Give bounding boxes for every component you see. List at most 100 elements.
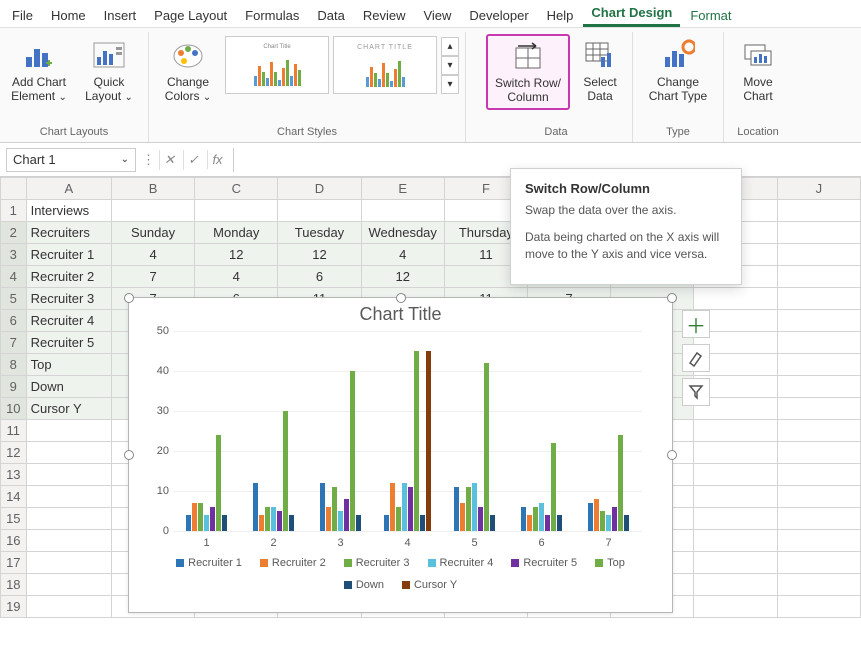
cell[interactable] xyxy=(777,464,860,486)
cell[interactable]: Cursor Y xyxy=(26,398,111,420)
cell[interactable] xyxy=(694,508,777,530)
cell[interactable]: Interviews xyxy=(26,200,111,222)
col-header-e[interactable]: E xyxy=(361,178,444,200)
cell[interactable]: Recruiter 4 xyxy=(26,310,111,332)
cancel-formula-button[interactable]: ✕ xyxy=(159,150,179,170)
cell[interactable] xyxy=(111,200,194,222)
cell[interactable]: 12 xyxy=(278,244,361,266)
gallery-more-button[interactable]: ▾ xyxy=(441,75,459,94)
switch-row-column-button[interactable]: Switch Row/ Column xyxy=(486,34,570,110)
cell[interactable] xyxy=(694,486,777,508)
tab-page-layout[interactable]: Page Layout xyxy=(146,4,235,27)
cell[interactable] xyxy=(26,442,111,464)
gallery-down-button[interactable]: ▾ xyxy=(441,56,459,75)
cell[interactable] xyxy=(777,398,860,420)
row-header[interactable]: 5 xyxy=(1,288,27,310)
tab-home[interactable]: Home xyxy=(43,4,94,27)
tab-data[interactable]: Data xyxy=(309,4,352,27)
resize-handle[interactable] xyxy=(396,293,406,303)
chart-filters-button[interactable] xyxy=(682,378,710,406)
cell[interactable] xyxy=(26,420,111,442)
row-header[interactable]: 10 xyxy=(1,398,27,420)
cell[interactable]: Recruiter 3 xyxy=(26,288,111,310)
cell[interactable] xyxy=(361,200,444,222)
cell[interactable] xyxy=(777,354,860,376)
row-header[interactable]: 1 xyxy=(1,200,27,222)
cell[interactable] xyxy=(694,420,777,442)
row-header[interactable]: 6 xyxy=(1,310,27,332)
chart-styles-button[interactable] xyxy=(682,344,710,372)
change-chart-type-button[interactable]: Change Chart Type xyxy=(639,34,717,108)
resize-handle[interactable] xyxy=(124,293,134,303)
vdots-icon[interactable]: ⋮ xyxy=(142,152,155,168)
cell[interactable] xyxy=(26,464,111,486)
cell[interactable] xyxy=(694,288,777,310)
cell[interactable] xyxy=(777,288,860,310)
row-header[interactable]: 15 xyxy=(1,508,27,530)
chart-elements-button[interactable]: ＋ xyxy=(682,310,710,338)
row-header[interactable]: 18 xyxy=(1,574,27,596)
cell[interactable]: 4 xyxy=(111,244,194,266)
cell[interactable] xyxy=(26,508,111,530)
cell[interactable]: Wednesday xyxy=(361,222,444,244)
select-all-corner[interactable] xyxy=(1,178,27,200)
cell[interactable] xyxy=(777,266,860,288)
chart-style-thumb-1[interactable]: Chart Title xyxy=(225,36,329,94)
cell[interactable]: 4 xyxy=(195,266,278,288)
cell[interactable] xyxy=(777,596,860,618)
cell[interactable] xyxy=(777,552,860,574)
fx-button[interactable]: fx xyxy=(207,150,227,169)
cell[interactable] xyxy=(26,596,111,618)
cell[interactable] xyxy=(777,310,860,332)
resize-handle[interactable] xyxy=(667,450,677,460)
chart-plot-area[interactable]: 010203040501234567 xyxy=(173,331,642,531)
resize-handle[interactable] xyxy=(667,293,677,303)
row-header[interactable]: 12 xyxy=(1,442,27,464)
cell[interactable]: Recruiter 1 xyxy=(26,244,111,266)
add-chart-element-button[interactable]: Add Chart Element ⌄ xyxy=(6,34,72,108)
quick-layout-button[interactable]: Quick Layout ⌄ xyxy=(76,34,142,108)
col-header-j[interactable]: J xyxy=(777,178,860,200)
cell[interactable]: Tuesday xyxy=(278,222,361,244)
cell[interactable] xyxy=(26,486,111,508)
row-header[interactable]: 14 xyxy=(1,486,27,508)
cell[interactable]: 12 xyxy=(361,266,444,288)
tab-review[interactable]: Review xyxy=(355,4,414,27)
cell[interactable] xyxy=(26,574,111,596)
cell[interactable] xyxy=(777,574,860,596)
cell[interactable]: 4 xyxy=(361,244,444,266)
cell[interactable] xyxy=(777,222,860,244)
cell[interactable] xyxy=(278,200,361,222)
cell[interactable] xyxy=(777,376,860,398)
cell[interactable] xyxy=(694,530,777,552)
cell[interactable] xyxy=(195,200,278,222)
row-header[interactable]: 7 xyxy=(1,332,27,354)
row-header[interactable]: 8 xyxy=(1,354,27,376)
row-header[interactable]: 16 xyxy=(1,530,27,552)
tab-file[interactable]: File xyxy=(4,4,41,27)
cell[interactable] xyxy=(777,442,860,464)
cell[interactable] xyxy=(777,530,860,552)
row-header[interactable]: 2 xyxy=(1,222,27,244)
cell[interactable]: Down xyxy=(26,376,111,398)
tab-developer[interactable]: Developer xyxy=(461,4,536,27)
accept-formula-button[interactable]: ✓ xyxy=(183,150,203,170)
cell[interactable]: Recruiters xyxy=(26,222,111,244)
row-header[interactable]: 13 xyxy=(1,464,27,486)
row-header[interactable]: 17 xyxy=(1,552,27,574)
cell[interactable] xyxy=(694,442,777,464)
cell[interactable] xyxy=(777,200,860,222)
col-header-c[interactable]: C xyxy=(195,178,278,200)
cell[interactable] xyxy=(694,552,777,574)
tab-view[interactable]: View xyxy=(415,4,459,27)
cell[interactable]: Recruiter 5 xyxy=(26,332,111,354)
tab-format[interactable]: Format xyxy=(682,4,739,27)
col-header-b[interactable]: B xyxy=(111,178,194,200)
move-chart-button[interactable]: Move Chart xyxy=(730,34,786,108)
change-colors-button[interactable]: Change Colors ⌄ xyxy=(155,34,221,108)
cell[interactable] xyxy=(777,244,860,266)
row-header[interactable]: 11 xyxy=(1,420,27,442)
cell[interactable] xyxy=(777,420,860,442)
tab-chart-design[interactable]: Chart Design xyxy=(583,1,680,27)
row-header[interactable]: 9 xyxy=(1,376,27,398)
